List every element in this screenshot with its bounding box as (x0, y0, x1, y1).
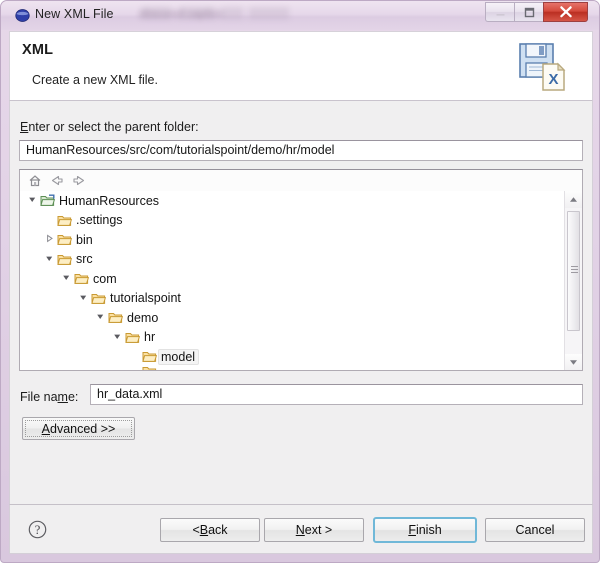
back-button-mnemonic: B (199, 523, 209, 537)
svg-text:?: ? (35, 523, 41, 537)
finish-button-mnemonic: F (408, 523, 416, 537)
finish-button-label: inish (415, 523, 442, 537)
tree-item-label: tutorialspoint (110, 291, 181, 306)
tree-item-src[interactable]: src (20, 250, 566, 270)
title-bar[interactable]: New XML File obscured caption (1, 1, 599, 30)
expand-arrow-open-icon[interactable] (77, 293, 90, 304)
expand-arrow-closed-icon[interactable] (43, 234, 56, 245)
parent-folder-label: Enter or select the parent folder: (20, 120, 199, 134)
advanced-button-label: dvanced >> (50, 421, 116, 436)
tree-item-tutorialspoint[interactable]: tutorialspoint (20, 289, 566, 309)
file-name-input[interactable]: hr_data.xml (90, 384, 583, 405)
scrollbar-thumb[interactable] (567, 211, 580, 331)
back-button[interactable]: < Back (160, 518, 260, 542)
xml-file-save-icon: X (519, 43, 566, 91)
svg-text:X: X (548, 71, 558, 88)
tree-item-label: .settings (76, 213, 123, 228)
folder-icon (107, 311, 124, 324)
next-button-mnemonic: N (295, 523, 305, 537)
tree-vertical-scrollbar[interactable] (564, 191, 582, 370)
file-name-label-pre: File na (20, 390, 58, 404)
maximize-icon (515, 3, 543, 21)
back-arrow-icon[interactable] (49, 173, 65, 188)
folder-icon (73, 272, 90, 285)
tree-item-label: demo (127, 310, 159, 325)
tree-item-label: src (76, 252, 93, 267)
expand-arrow-open-icon[interactable] (111, 332, 124, 343)
finish-button[interactable]: Finish (373, 517, 477, 543)
scroll-down-arrow-icon[interactable] (565, 354, 582, 370)
minimize-icon (486, 3, 514, 21)
folder-tree: HumanResources .settings bin src com tutorial… (19, 169, 583, 371)
new-xml-file-dialog: New XML File obscured caption XML Create… (0, 0, 600, 563)
tree-item-com[interactable]: com (20, 269, 566, 289)
scrollbar-grip-icon (571, 266, 578, 276)
expand-arrow-open-icon[interactable] (94, 312, 107, 323)
next-button[interactable]: Next > (264, 518, 364, 542)
expand-arrow-open-icon[interactable] (60, 273, 73, 284)
wizard-header: XML Create a new XML file. X (9, 31, 593, 101)
folder-icon (141, 350, 158, 363)
parent-folder-label-text: nter or select the parent folder: (28, 120, 199, 134)
scroll-up-arrow-icon[interactable] (565, 191, 582, 208)
folder-icon (90, 292, 107, 305)
folder-icon (56, 233, 73, 246)
tree-item-label: bin (76, 232, 93, 247)
window-title: New XML File (35, 7, 114, 21)
parent-folder-input[interactable]: HumanResources/src/com/tutorialspoint/de… (19, 140, 583, 161)
close-icon (544, 3, 587, 21)
advanced-button-mnemonic: A (41, 421, 50, 436)
expand-arrow-open-icon[interactable] (26, 195, 39, 206)
tree-item-label: HumanResources (59, 193, 160, 208)
file-name-label: File name: (20, 390, 78, 404)
tree-item-model[interactable]: model (20, 347, 566, 367)
back-button-pre: < (192, 523, 200, 537)
tree-item-clipped[interactable] (20, 367, 566, 370)
next-button-label: ext > (304, 523, 333, 537)
cancel-button[interactable]: Cancel (485, 518, 585, 542)
tree-item-humanresources[interactable]: HumanResources (20, 191, 566, 211)
back-button-label: ack (208, 523, 228, 537)
file-name-label-post: e: (67, 390, 79, 404)
tree-item-label: com (93, 271, 117, 286)
expand-arrow-open-icon[interactable] (43, 254, 56, 265)
wizard-body: Enter or select the parent folder: Human… (9, 101, 593, 504)
page-description: Create a new XML file. (32, 73, 158, 87)
maximize-button[interactable] (514, 2, 543, 22)
tree-item-bin[interactable]: bin (20, 230, 566, 250)
close-button[interactable] (543, 2, 588, 22)
help-icon[interactable]: ? (28, 520, 47, 539)
minimize-button[interactable] (485, 2, 514, 22)
tree-item-label: model (158, 348, 200, 365)
page-title: XML (22, 42, 54, 58)
folder-icon (56, 253, 73, 266)
eclipse-sphere-icon (15, 9, 30, 22)
folder-icon (124, 331, 141, 344)
tree-item-hr[interactable]: hr (20, 328, 566, 348)
tree-item-demo[interactable]: demo (20, 308, 566, 328)
folder-icon (56, 214, 73, 227)
project-folder-icon (39, 194, 56, 207)
dialog-button-bar: ? < Back Next > Finish Cancel (9, 504, 593, 554)
folder-icon (141, 367, 158, 370)
tree-scroll-area[interactable]: HumanResources .settings bin src com tutorial… (20, 191, 566, 370)
title-ghost-text: obscured caption (139, 8, 223, 20)
tree-toolbar (20, 170, 582, 192)
home-icon[interactable] (27, 173, 43, 188)
forward-arrow-icon[interactable] (71, 173, 87, 188)
file-name-label-mnemonic: m (57, 390, 68, 404)
tree-item-label: hr (144, 330, 156, 345)
tree-item-settings[interactable]: .settings (20, 211, 566, 231)
advanced-button[interactable]: Advanced >> (22, 417, 135, 440)
